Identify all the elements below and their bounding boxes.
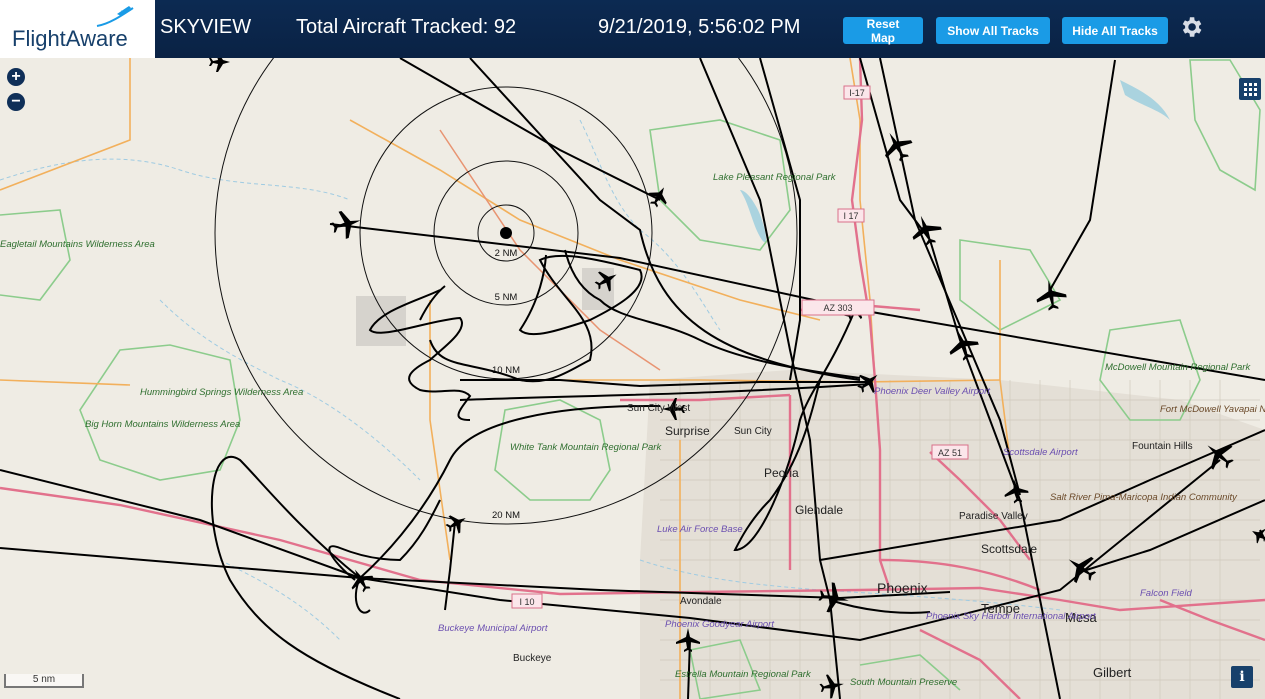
label-fort-mcdowell: Fort McDowell Yavapai Nation [1160, 404, 1265, 415]
shield-az303: AZ 303 [823, 303, 852, 313]
land-block [356, 296, 406, 346]
aircraft-icon[interactable] [1034, 278, 1069, 313]
label-estrella: Estrella Mountain Regional Park [675, 669, 812, 680]
range-label-5nm: 5 NM [495, 292, 518, 303]
aircraft-icon[interactable] [329, 207, 364, 242]
major-roads [0, 58, 1265, 699]
label-gilbert: Gilbert [1093, 665, 1132, 680]
label-goodyear-airport: Phoenix Goodyear Airport [665, 619, 774, 630]
label-mcdowell: McDowell Mountain Regional Park [1105, 362, 1251, 373]
label-paradise-valley: Paradise Valley [959, 511, 1028, 522]
label-scottsdale: Scottsdale [981, 542, 1037, 556]
app-title: SKYVIEW [160, 16, 252, 38]
gear-icon[interactable] [1178, 13, 1204, 41]
label-phoenix: Phoenix [877, 580, 928, 596]
shield-i10: I 10 [519, 597, 534, 607]
lake [1120, 80, 1170, 120]
label-avondale: Avondale [680, 596, 722, 607]
map-canvas[interactable]: 2 NM 5 NM 10 NM 20 NM I-17 I 17 AZ 303 A… [0, 58, 1265, 699]
label-salt-river: Salt River Pima-Maricopa Indian Communit… [1050, 492, 1238, 503]
zoom-in-button[interactable]: + [7, 68, 25, 86]
shield-i17-north: I-17 [849, 88, 865, 98]
aircraft-count: Total Aircraft Tracked: 92 [296, 16, 517, 38]
aircraft-icon[interactable] [209, 58, 230, 72]
lake-pleasant [740, 190, 767, 243]
label-lake-pleasant: Lake Pleasant Regional Park [713, 172, 837, 183]
label-sky-harbor: Phoenix Sky Harbor International Airport [926, 611, 1096, 622]
aircraft-icon[interactable] [877, 126, 918, 167]
hide-all-tracks-button[interactable]: Hide All Tracks [1062, 17, 1168, 44]
shield-i17: I 17 [843, 211, 858, 221]
info-icon[interactable]: i [1231, 666, 1253, 688]
label-south-mountain: South Mountain Preserve [850, 677, 957, 688]
receiver-location-marker [500, 227, 512, 239]
label-eagletail: Eagletail Mountains Wilderness Area [0, 239, 155, 250]
flightaware-logo[interactable]: FlightAware [0, 0, 155, 58]
show-all-tracks-button[interactable]: Show All Tracks [936, 17, 1050, 44]
label-deer-valley: Phoenix Deer Valley Airport [874, 386, 990, 397]
logo-text: FlightAware [12, 26, 128, 51]
label-white-tank: White Tank Mountain Regional Park [510, 442, 662, 453]
label-glendale: Glendale [795, 503, 843, 517]
label-big-horn: Big Horn Mountains Wilderness Area [85, 419, 240, 430]
label-falcon-field: Falcon Field [1140, 588, 1192, 599]
shield-az51: AZ 51 [938, 448, 962, 458]
label-peoria: Peoria [764, 466, 799, 480]
range-label-2nm: 2 NM [495, 248, 518, 259]
grid-icon [1244, 83, 1257, 96]
scale-bar: 5 nm [4, 674, 84, 688]
zoom-out-button[interactable]: − [7, 93, 25, 111]
label-luke-afb: Luke Air Force Base [657, 524, 743, 535]
label-buckeye-airport: Buckeye Municipal Airport [438, 623, 548, 634]
reset-map-button[interactable]: Reset Map [843, 17, 923, 45]
label-scottsdale-airport: Scottsdale Airport [1003, 447, 1078, 458]
label-buckeye: Buckeye [513, 653, 552, 664]
label-surprise: Surprise [665, 424, 710, 438]
layers-grid-icon[interactable] [1239, 78, 1261, 100]
label-sun-city: Sun City [734, 426, 772, 437]
range-label-20nm: 20 NM [492, 510, 520, 521]
top-header-bar: FlightAware SKYVIEW Total Aircraft Track… [0, 0, 1265, 58]
label-hummingbird-springs: Hummingbird Springs Wilderness Area [140, 387, 303, 398]
datetime-display: 9/21/2019, 5:56:02 PM [598, 16, 801, 38]
label-fountain-hills: Fountain Hills [1132, 441, 1193, 452]
label-sun-city-west: Sun City West [627, 403, 690, 414]
